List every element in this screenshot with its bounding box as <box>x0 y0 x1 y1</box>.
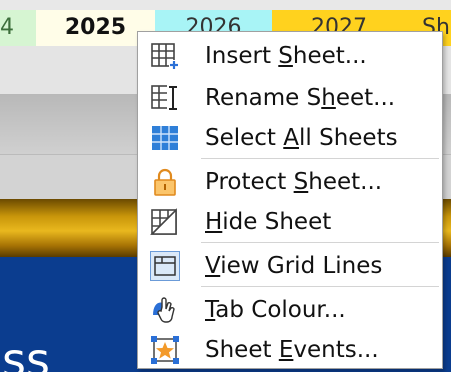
menu-separator <box>201 158 439 159</box>
menu-separator <box>201 286 439 287</box>
menu-item-view-grid-lines[interactable]: View Grid Lines <box>142 246 438 286</box>
hide-sheet-icon <box>150 207 180 237</box>
select-all-sheets-icon <box>150 123 180 153</box>
menu-item-label: Hide Sheet <box>205 209 332 235</box>
menu-item-label: Protect Sheet... <box>205 169 383 195</box>
menu-item-label: Insert Sheet... <box>205 43 367 69</box>
menu-item-tab-colour[interactable]: Tab Colour... <box>142 290 438 330</box>
menu-item-label: Tab Colour... <box>205 297 346 323</box>
sheet-tab-context-menu: Insert Sheet... Rename Sheet... Select A… <box>137 31 443 369</box>
sheet-tab-label: 2025 <box>64 15 127 40</box>
menu-item-sheet-events[interactable]: Sheet Events... <box>142 330 438 370</box>
tab-colour-icon <box>150 295 180 325</box>
menu-item-protect-sheet[interactable]: Protect Sheet... <box>142 162 438 202</box>
sheet-tab-label: 4 <box>0 15 14 40</box>
menu-item-label: View Grid Lines <box>205 253 383 279</box>
menu-item-label: Sheet Events... <box>205 337 379 363</box>
menu-item-select-all-sheets[interactable]: Select All Sheets <box>142 118 438 158</box>
sheet-tab-partial[interactable]: 4 <box>0 10 36 46</box>
lock-icon <box>150 167 180 197</box>
menu-item-label: Select All Sheets <box>205 125 398 151</box>
sheet-events-icon <box>150 335 180 365</box>
menu-item-insert-sheet[interactable]: Insert Sheet... <box>142 36 438 76</box>
rename-sheet-icon <box>150 83 180 113</box>
grid-lines-icon <box>150 251 180 281</box>
insert-sheet-icon <box>150 41 180 71</box>
menu-item-rename-sheet[interactable]: Rename Sheet... <box>142 78 438 118</box>
menu-item-hide-sheet[interactable]: Hide Sheet <box>142 202 438 242</box>
banner-text: ss <box>2 333 50 372</box>
menu-separator <box>201 242 439 243</box>
menu-item-label: Rename Sheet... <box>205 85 396 111</box>
